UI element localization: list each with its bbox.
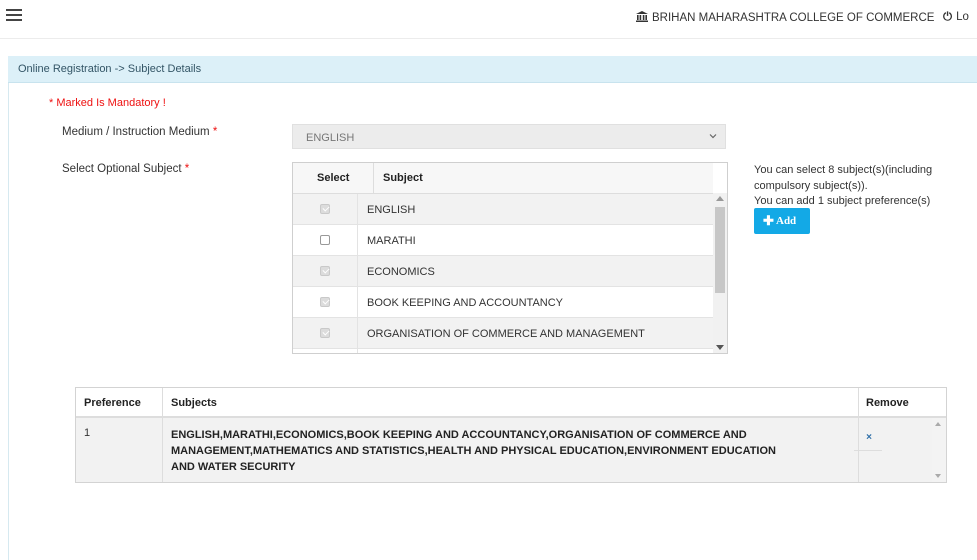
- mandatory-note: * Marked Is Mandatory !: [49, 97, 166, 109]
- subject-checkbox: [320, 204, 330, 214]
- select-cell: [293, 225, 358, 255]
- subject-name: ORGANISATION OF COMMERCE AND MANAGEMENT: [367, 328, 645, 340]
- medium-label-text: Medium / Instruction Medium: [62, 126, 210, 138]
- subject-checkbox: [320, 297, 330, 307]
- table-row-partial: [293, 349, 713, 353]
- selection-limit-text-2: compulsory subject(s)).: [754, 180, 868, 192]
- table-row: ORGANISATION OF COMMERCE AND MANAGEMENT: [293, 318, 713, 349]
- subject-name: ENGLISH: [367, 204, 416, 216]
- table-row: BOOK KEEPING AND ACCOUNTANCY: [293, 287, 713, 318]
- required-mark: *: [184, 163, 190, 175]
- preference-subjects-line: MANAGEMENT,MATHEMATICS AND STATISTICS,HE…: [171, 445, 776, 457]
- panel-header: Online Registration -> Subject Details: [8, 56, 977, 83]
- select-cell: [293, 256, 358, 286]
- preference-subjects: ENGLISH,MARATHI,ECONOMICS,BOOK KEEPING A…: [171, 427, 841, 475]
- optional-subject-label: Select Optional Subject *: [62, 163, 189, 175]
- top-bar: BRIHAN MAHARASHTRA COLLEGE OF COMMERCE ⏻…: [0, 0, 977, 34]
- subject-checkbox: [320, 266, 330, 276]
- select-cell: [293, 194, 358, 224]
- table-row: ECONOMICS: [293, 256, 713, 287]
- medium-select[interactable]: ENGLISH: [292, 124, 726, 149]
- table-row: MARATHI: [293, 225, 713, 256]
- scroll-up-icon[interactable]: [716, 196, 724, 201]
- college-name-text: BRIHAN MAHARASHTRA COLLEGE OF COMMERCE: [652, 12, 935, 24]
- add-button-label: Add: [776, 215, 797, 227]
- required-mark: *: [212, 126, 218, 138]
- column-divider: [162, 388, 163, 482]
- subjects-column-header: Subjects: [171, 397, 217, 409]
- scroll-down-icon[interactable]: [935, 474, 941, 478]
- select-header-text: Select: [317, 172, 350, 184]
- preference-table: Preference Subjects Remove 1 ENGLISH,MAR…: [75, 387, 947, 483]
- remove-column-header: Remove: [866, 397, 909, 409]
- breadcrumb: Online Registration -> Subject Details: [18, 63, 202, 75]
- select-column-header: Select: [293, 163, 374, 193]
- hamburger-icon[interactable]: [6, 9, 22, 21]
- select-cell: [293, 287, 358, 317]
- select-cell: [293, 318, 358, 348]
- subject-table-header: Select Subject: [293, 163, 713, 195]
- logout-link[interactable]: ⏻ Lo: [943, 11, 969, 24]
- subject-checkbox: [320, 328, 330, 338]
- preference-number: 1: [84, 427, 91, 439]
- plus-icon: ✚: [763, 213, 774, 228]
- preference-subjects-line: AND WATER SECURITY: [171, 461, 296, 473]
- preference-table-header: Preference Subjects Remove: [76, 388, 946, 418]
- scroll-thumb[interactable]: [715, 207, 725, 293]
- subject-name: BOOK KEEPING AND ACCOUNTANCY: [367, 297, 564, 309]
- subject-checkbox[interactable]: [320, 235, 330, 245]
- medium-label: Medium / Instruction Medium *: [62, 126, 217, 138]
- preference-subjects-line: ENGLISH,MARATHI,ECONOMICS,BOOK KEEPING A…: [171, 429, 747, 441]
- table-row: ENGLISH: [293, 194, 713, 225]
- bank-icon: [636, 11, 648, 25]
- preference-column-header: Preference: [84, 397, 141, 409]
- select-cell: [293, 349, 358, 353]
- preference-limit-text: You can add 1 subject preference(s): [754, 195, 931, 207]
- add-button[interactable]: ✚ Add: [754, 208, 810, 234]
- chevron-down-icon: [709, 134, 717, 139]
- preference-table-scrollbar[interactable]: [932, 418, 946, 482]
- logout-label: Lo: [956, 11, 969, 23]
- selection-limit-text: You can select 8 subject(s)(including: [754, 164, 933, 176]
- scroll-up-icon[interactable]: [935, 422, 941, 426]
- table-row: 1 ENGLISH,MARATHI,ECONOMICS,BOOK KEEPING…: [76, 418, 946, 482]
- column-divider: [858, 388, 859, 482]
- subject-name: MARATHI: [367, 235, 416, 247]
- power-icon: ⏻: [943, 11, 953, 23]
- subject-table-scrollbar[interactable]: [713, 193, 727, 353]
- medium-select-value: ENGLISH: [306, 132, 355, 144]
- subject-header-text: Subject: [383, 172, 423, 184]
- subject-table: Select Subject ENGLISH MARATHI ECONOMICS…: [292, 162, 728, 354]
- subject-column-header: Subject: [373, 163, 713, 193]
- scroll-down-icon[interactable]: [716, 345, 724, 350]
- optional-subject-label-text: Select Optional Subject: [62, 163, 182, 175]
- subject-name: ECONOMICS: [367, 266, 435, 278]
- header-divider: [0, 38, 977, 39]
- college-name: BRIHAN MAHARASHTRA COLLEGE OF COMMERCE: [636, 11, 934, 25]
- remove-button[interactable]: ×: [860, 432, 878, 446]
